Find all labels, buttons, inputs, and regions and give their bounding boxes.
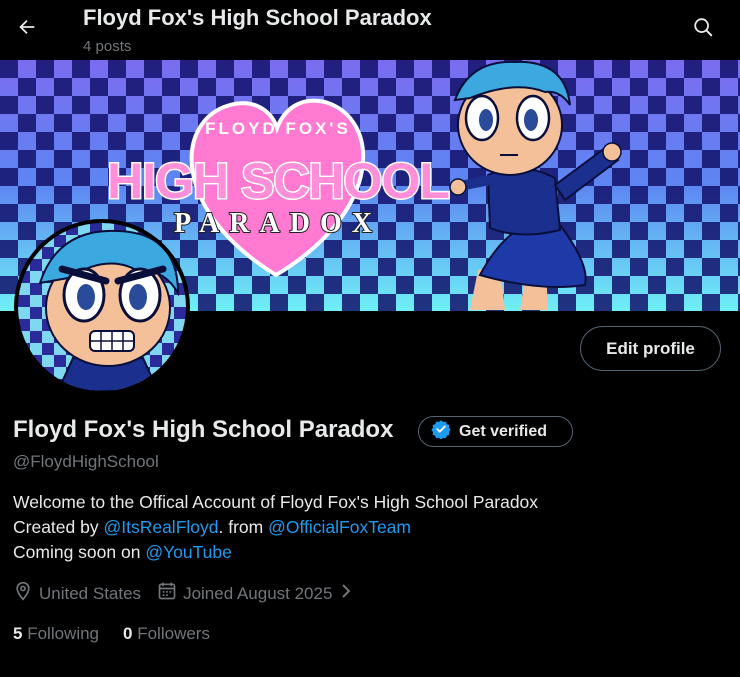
profile-name: Floyd Fox's High School Paradox	[13, 416, 394, 443]
bio-line-3: Coming soon on @YouTube	[13, 540, 538, 565]
mention-officialfoxteam-link[interactable]: @OfficialFoxTeam	[268, 517, 411, 537]
mention-youtube-link[interactable]: @YouTube	[145, 542, 232, 562]
mention-itsrealfloyd-link[interactable]: @ItsRealFloyd	[103, 517, 218, 537]
header-title: Floyd Fox's High School Paradox	[83, 5, 432, 30]
back-button[interactable]	[10, 12, 44, 46]
calendar-icon	[157, 581, 177, 606]
logo-bottom-text: PARADOX	[174, 208, 382, 239]
joined-text: Joined August 2025	[183, 583, 333, 603]
bio-line-1: Welcome to the Offical Account of Floyd …	[13, 492, 539, 512]
followers-count: 0	[123, 624, 133, 643]
profile-bio: Welcome to the Offical Account of Floyd …	[13, 490, 538, 565]
bio-text: Coming soon on	[13, 542, 146, 562]
profile-stats: 5 Following 0 Followers	[13, 624, 234, 644]
chevron-right-icon	[338, 582, 354, 605]
get-verified-label: Get verified	[459, 422, 548, 440]
search-icon	[692, 16, 714, 43]
top-bar: Floyd Fox's High School Paradox 4 posts	[0, 0, 740, 60]
get-verified-button[interactable]: Get verified	[418, 416, 573, 447]
following-count: 5	[13, 624, 23, 643]
profile-handle: @FloydHighSchool	[13, 452, 159, 471]
avatar[interactable]	[14, 219, 190, 395]
bio-line-2: Created by @ItsRealFloyd. from @Official…	[13, 515, 538, 540]
following-link[interactable]: 5 Following	[13, 624, 99, 644]
post-count: 4 posts	[83, 38, 132, 55]
edit-profile-button[interactable]: Edit profile	[580, 326, 721, 371]
logo-main-text: HIGH SCHOOL	[107, 153, 449, 209]
followers-link[interactable]: 0 Followers	[123, 624, 210, 644]
search-button[interactable]	[686, 12, 720, 46]
profile-meta: United States Joined August 2025	[13, 581, 370, 606]
arrow-left-icon	[16, 16, 38, 43]
bio-text: . from	[218, 517, 269, 537]
bio-text: Created by	[13, 517, 104, 537]
followers-label: Followers	[137, 624, 210, 643]
location-pin-icon	[13, 581, 33, 606]
verified-badge-icon	[431, 419, 451, 444]
location-text: United States	[39, 583, 142, 603]
following-label: Following	[27, 624, 100, 643]
logo-top-text: FLOYD FOX'S	[205, 119, 351, 138]
joined-item[interactable]: Joined August 2025	[157, 581, 354, 606]
location-item: United States	[13, 581, 141, 606]
